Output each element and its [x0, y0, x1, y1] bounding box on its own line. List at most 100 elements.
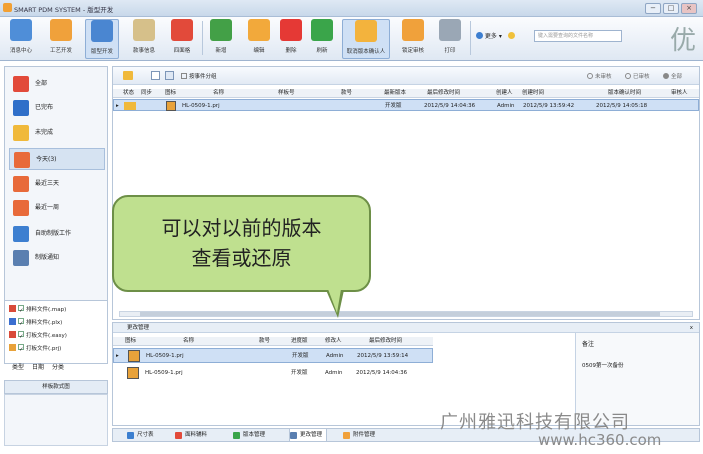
toolbar-delete-button[interactable]: 删除	[274, 19, 308, 59]
toolbar-message-center-button[interactable]: 消息中心	[4, 19, 38, 59]
panel-table-header: 图标 名称 款号 进度版 修改人 最后修改时间	[113, 337, 433, 346]
col-icon[interactable]: 图标	[125, 337, 136, 346]
add-icon	[210, 19, 232, 41]
toolbar-pattern-dev-button[interactable]: 版型开发	[85, 19, 119, 59]
toolbar-print-button[interactable]: 打印	[433, 19, 467, 59]
cancel-confirm-icon	[355, 20, 377, 42]
col-modifier[interactable]: 修改人	[325, 337, 342, 346]
col-modified[interactable]: 最后修改时间	[427, 89, 460, 98]
col-style-no[interactable]: 款号	[259, 337, 270, 346]
tab-type[interactable]: 类型	[12, 364, 24, 371]
sidebar-item-self-service[interactable]: 自助制版工作	[9, 223, 105, 245]
type-item-plx[interactable]: ✓ 排料文件(.plx)	[9, 318, 62, 328]
toolbar-add-button[interactable]: 新增	[204, 19, 238, 59]
tab-version-management[interactable]: 版本管理	[233, 429, 265, 441]
tab-attachment[interactable]: 附件管理	[343, 429, 375, 441]
published-icon	[13, 100, 29, 116]
type-item-prj[interactable]: ✓ 打板文件(.prj)	[9, 344, 61, 354]
callout-bubble: 可以对以前的版本 查看或还原	[112, 195, 371, 292]
panel-header: 更改管理 x	[113, 323, 699, 333]
toolbar-cancel-confirm-button[interactable]: 取消版本确认人	[342, 19, 390, 59]
easy-file-icon	[9, 331, 16, 338]
type-item-easy[interactable]: ✓ 打板文件(.easy)	[9, 331, 67, 341]
callout-line-2: 查看或还原	[191, 246, 292, 270]
col-style-no[interactable]: 款号	[341, 89, 352, 98]
refresh-icon	[311, 19, 333, 41]
col-created[interactable]: 创建时间	[522, 89, 544, 98]
toolbar-refresh-button[interactable]: 刷新	[305, 19, 339, 59]
search-input[interactable]: 键入需要查询的文件名称	[534, 30, 622, 42]
lock-review-icon	[402, 19, 424, 41]
checkbox[interactable]: ✓	[18, 318, 24, 327]
toolbar-edit-button[interactable]: 编辑	[242, 19, 276, 59]
toolbar-separator	[470, 21, 471, 55]
col-status[interactable]: 状态	[123, 89, 134, 98]
minimize-button[interactable]: −	[645, 3, 661, 14]
row-pointer-icon: ▸	[116, 353, 119, 359]
sidebar-item-notice[interactable]: 制版通知	[9, 247, 105, 269]
sidebar-item-unfinished[interactable]: 未完成	[9, 122, 105, 144]
remark-title: 备注	[582, 341, 595, 348]
scrollbar-thumb[interactable]	[140, 312, 660, 316]
table-row[interactable]: ▸ HL-0509-1.prj 开发版 Admin 2012/5/9 13:59…	[113, 348, 433, 363]
col-confirm-time[interactable]: 版本确认时间	[608, 89, 641, 98]
col-icon[interactable]: 图标	[165, 89, 176, 98]
table-row[interactable]: ▸ HL-0509-1.prj 开发版 2012/5/9 14:04:36 Ad…	[113, 99, 699, 111]
radio-reviewed[interactable]: 已审核	[625, 72, 650, 80]
col-creator[interactable]: 创建人	[496, 89, 513, 98]
app-logo-icon	[3, 3, 12, 12]
col-progress[interactable]: 进度版	[291, 337, 308, 346]
toolbar-grid-button[interactable]: 四面格	[165, 19, 199, 59]
table-row[interactable]: HL-0509-1.prj 开发版 Admin 2012/5/9 14:04:3…	[113, 366, 433, 381]
self-service-icon	[13, 226, 29, 242]
folder-icon[interactable]	[123, 71, 133, 80]
remark-value[interactable]: 0509第一次备份	[582, 361, 624, 369]
tab-change-management[interactable]: 更改管理	[289, 429, 328, 442]
col-reviewer[interactable]: 审核人	[671, 89, 688, 98]
maximize-button[interactable]: □	[663, 3, 679, 14]
sidebar-item-today[interactable]: 今天(3)	[9, 148, 105, 170]
toolbar-style-info-button[interactable]: 款事信息	[127, 19, 161, 59]
calendar-today-icon	[14, 152, 30, 168]
calendar-week-icon	[13, 200, 29, 216]
col-name[interactable]: 名称	[213, 89, 224, 98]
grid-icon	[171, 19, 193, 41]
radio-unreviewed[interactable]: 未审核	[587, 72, 612, 80]
detail-view-icon[interactable]	[165, 71, 174, 80]
col-latest-version[interactable]: 最新版本	[384, 89, 406, 98]
prj-file-icon	[128, 350, 140, 362]
sidebar-item-recent-week[interactable]: 最近一周	[9, 197, 105, 219]
horizontal-scrollbar[interactable]	[119, 311, 693, 317]
col-pattern-no[interactable]: 样板号	[278, 89, 295, 98]
tab-fabric[interactable]: 面料辅料	[175, 429, 207, 441]
process-dev-icon	[50, 19, 72, 41]
delete-icon	[280, 19, 302, 41]
col-sync[interactable]: 同步	[141, 89, 152, 98]
callout-line-1: 可以对以前的版本	[161, 216, 322, 240]
type-item-map[interactable]: ✓ 排料文件(.map)	[9, 305, 66, 315]
col-name[interactable]: 名称	[183, 337, 194, 346]
pattern-dev-icon	[91, 20, 113, 42]
checkbox[interactable]: ✓	[18, 331, 24, 340]
toolbar-lock-review-button[interactable]: 锁定审核	[396, 19, 430, 59]
tab-category[interactable]: 分类	[52, 364, 64, 371]
radio-all[interactable]: 全部	[663, 72, 682, 80]
sidebar-item-all[interactable]: 全部	[9, 73, 105, 95]
checkbox[interactable]: ✓	[18, 344, 24, 353]
watermark-character: 优	[670, 26, 697, 56]
col-modified[interactable]: 最后修改时间	[369, 337, 402, 346]
checkbox[interactable]: ✓	[18, 305, 24, 314]
panel-close-button[interactable]: x	[690, 323, 693, 333]
sidebar-item-recent-3-days[interactable]: 最近三天	[9, 173, 105, 195]
tab-size-chart[interactable]: 尺寸表	[127, 429, 154, 441]
close-button[interactable]: ×	[681, 3, 697, 14]
window-title: SMART PDM SYSTEM - 版型开发	[14, 6, 114, 14]
sidebar-item-published[interactable]: 已完布	[9, 97, 105, 119]
calendar-3days-icon	[13, 176, 29, 192]
edit-icon	[248, 19, 270, 41]
group-by-event-checkbox[interactable]: 按事件分组	[181, 72, 217, 80]
tab-date[interactable]: 日期	[32, 364, 44, 371]
toolbar-process-dev-button[interactable]: 工艺开发	[44, 19, 78, 59]
more-button[interactable]: 更多 ▾	[476, 31, 515, 40]
list-view-icon[interactable]	[151, 71, 160, 80]
